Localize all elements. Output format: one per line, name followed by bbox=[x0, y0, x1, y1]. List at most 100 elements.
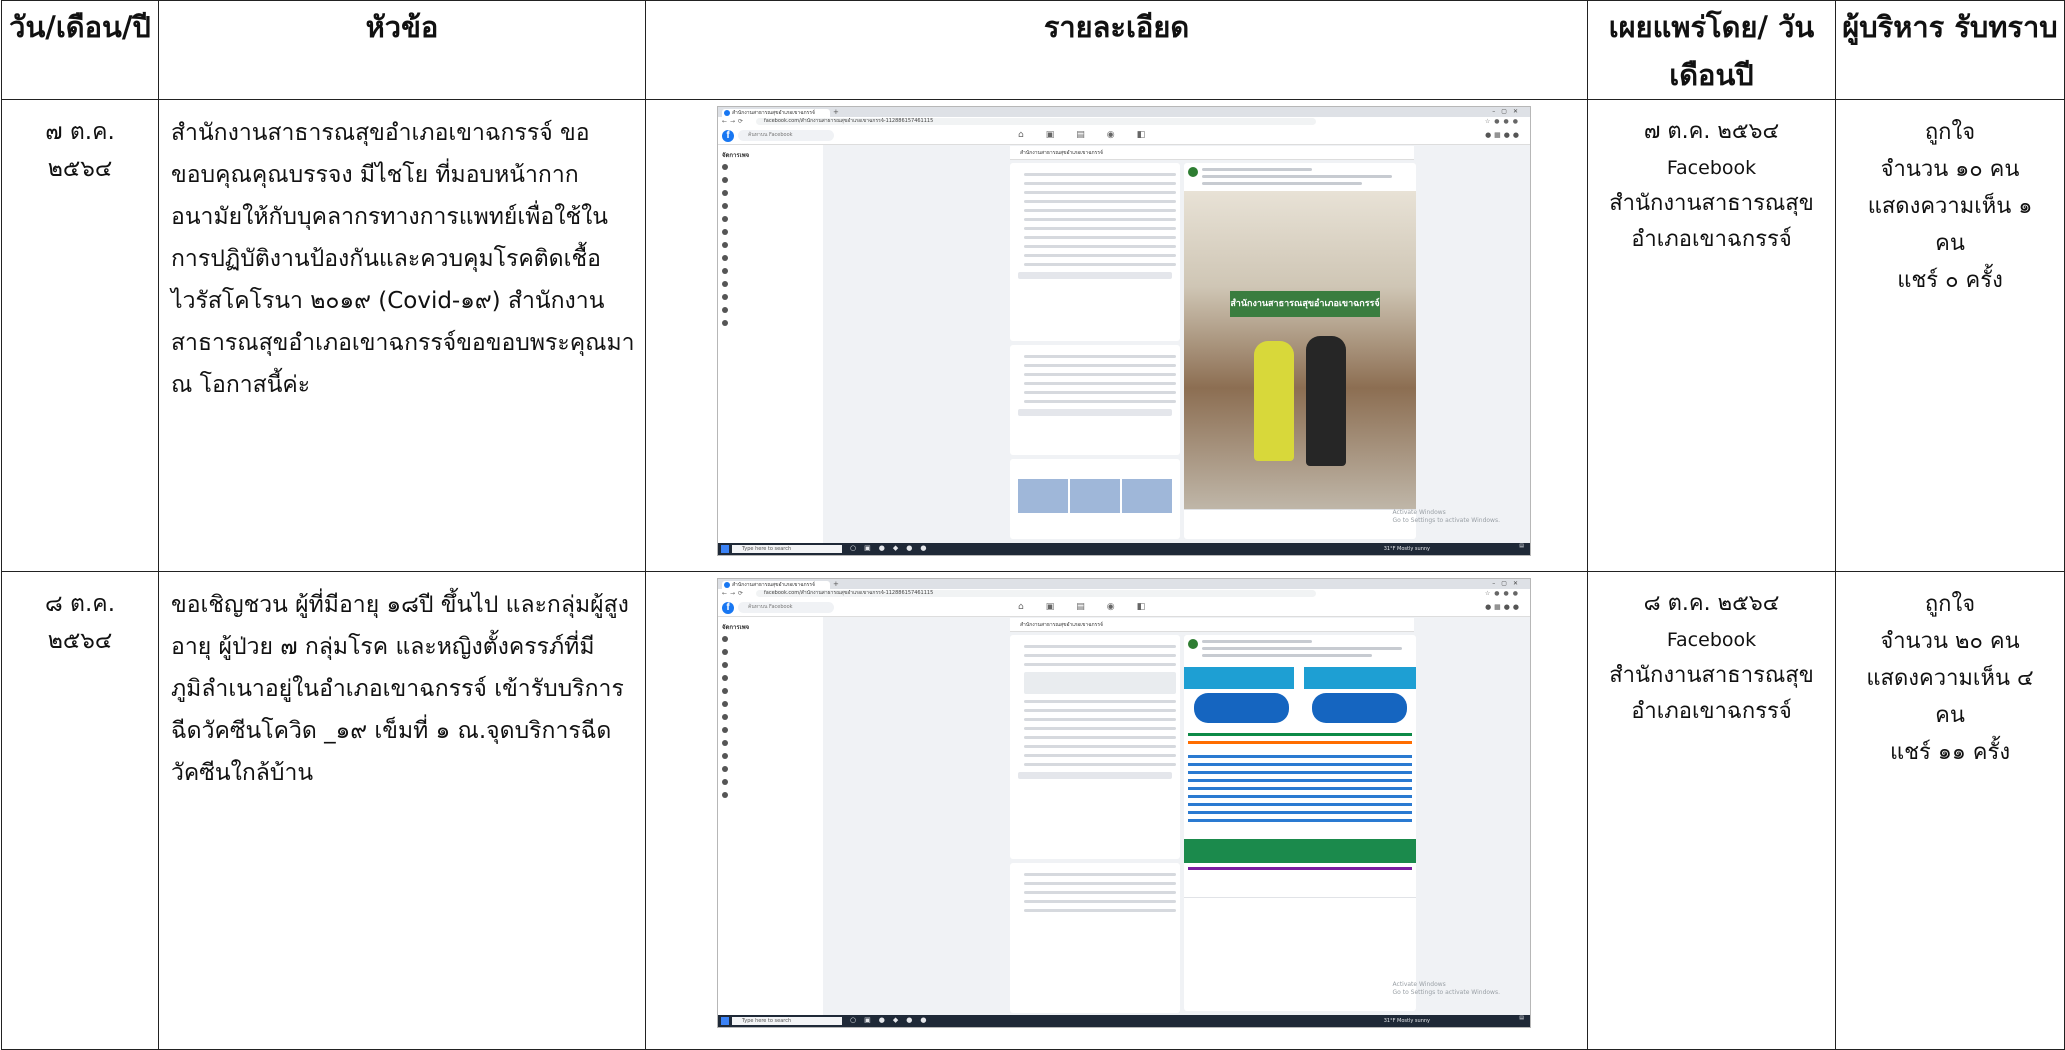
facebook-favicon-icon bbox=[724, 582, 730, 588]
row-topic: สำนักงานสาธารณสุขอำเภอเขาฉกรรจ์ ขอขอบคุณ… bbox=[158, 99, 646, 572]
poster-sign: สำนักงานสาธารณสุขอำเภอเขาฉกรรจ์ bbox=[1230, 291, 1380, 317]
row-published: ๘ ต.ค. ๒๕๖๔ Facebook สำนักงานสาธารณสุข อ… bbox=[1587, 571, 1836, 1050]
facebook-screenshot: สำนักงานสาธารณสุขอำเภอเขาฉกรรจ์ + –▢✕ ←→… bbox=[717, 578, 1531, 1028]
comments-unit: คน bbox=[1935, 703, 1965, 728]
about-card bbox=[1010, 163, 1180, 341]
pub-org-district: อำเภอเขาฉกรรจ์ bbox=[1631, 699, 1792, 724]
facebook-search: ค้นหาบน Facebook bbox=[738, 602, 834, 613]
likes-label: ถูกใจ bbox=[1924, 592, 1976, 617]
taskbar-apps-icon: ○▣●◆●● bbox=[850, 544, 935, 552]
browser-tabstrip: สำนักงานสาธารณสุขอำเภอเขาฉกรรจ์ + –▢✕ bbox=[718, 579, 1530, 589]
windows-start-icon bbox=[721, 545, 729, 553]
post-card bbox=[1184, 635, 1416, 1011]
pub-org-district: อำเภอเขาฉกรรจ์ bbox=[1631, 227, 1792, 252]
pub-org: สำนักงานสาธารณสุข bbox=[1609, 191, 1814, 216]
extensions-icon: ☆●●● bbox=[1484, 118, 1522, 125]
facebook-nav-icon: ⌂▣▤◉◧ bbox=[1018, 130, 1168, 140]
report-table: วัน/เดือน/ปี หัวข้อ รายละเอียด เผยแพร่โด… bbox=[1, 0, 2065, 1050]
row-date: ๗ ต.ค. ๒๕๖๔ bbox=[1, 99, 159, 572]
vaccine-poster bbox=[1184, 663, 1416, 893]
row-acknowledged: ถูกใจ จำนวน ๒๐ คน แสดงความเห็น ๔ คน แชร์… bbox=[1835, 571, 2065, 1050]
likes-count: จำนวน ๒๐ คน bbox=[1880, 629, 2020, 654]
facebook-account-icon: ●▦●● bbox=[1485, 131, 1522, 139]
taskbar-weather: 31°F Mostly sunny bbox=[1383, 546, 1430, 552]
date-year: ๒๕๖๔ bbox=[47, 156, 113, 182]
taskbar-clock-icon: ▤ bbox=[1519, 1015, 1524, 1021]
pub-date: ๗ ต.ค. ๒๕๖๔ bbox=[1643, 119, 1780, 144]
pub-channel: Facebook bbox=[1666, 629, 1757, 651]
table-row: ๘ ต.ค. ๒๕๖๔ ขอเชิญชวน ผู้ที่มีอายุ ๑๘ปี … bbox=[1, 571, 2065, 1050]
comments-count: แสดงความเห็น ๑ bbox=[1867, 194, 2033, 219]
windows-start-icon bbox=[721, 1017, 729, 1025]
taskbar-clock-icon: ▤ bbox=[1519, 543, 1524, 549]
comments-unit: คน bbox=[1935, 231, 1965, 256]
pub-date: ๘ ต.ค. ๒๕๖๔ bbox=[1643, 591, 1780, 616]
post-footer bbox=[1184, 509, 1416, 539]
window-controls-icon: –▢✕ bbox=[1492, 580, 1524, 587]
facebook-logo-icon: f bbox=[722, 130, 734, 142]
facebook-nav-icon: ⌂▣▤◉◧ bbox=[1018, 602, 1168, 612]
post-photo: สำนักงานสาธารณสุขอำเภอเขาฉกรรจ์ bbox=[1184, 191, 1416, 509]
about-card bbox=[1010, 635, 1180, 859]
photos-card bbox=[1010, 459, 1180, 539]
browser-tabstrip: สำนักงานสาธารณสุขอำเภอเขาฉกรรจ์ + –▢✕ bbox=[718, 107, 1530, 117]
tab-title: สำนักงานสาธารณสุขอำเภอเขาฉกรรจ์ bbox=[732, 582, 815, 588]
post-card: สำนักงานสาธารณสุขอำเภอเขาฉกรรจ์ bbox=[1184, 163, 1416, 539]
extensions-icon: ☆●●● bbox=[1484, 590, 1522, 597]
menu-title: จัดการเพจ bbox=[722, 152, 750, 159]
header-detail: รายละเอียด bbox=[645, 0, 1588, 100]
nav-arrows-icon: ←→⟳ bbox=[722, 590, 747, 597]
new-tab-icon: + bbox=[833, 108, 839, 116]
tab-title: สำนักงานสาธารณสุขอำเภอเขาฉกรรจ์ bbox=[732, 110, 815, 116]
new-tab-icon: + bbox=[833, 580, 839, 588]
facebook-favicon-icon bbox=[724, 110, 730, 116]
facebook-search: ค้นหาบน Facebook bbox=[738, 130, 834, 141]
url-field: facebook.com/สำนักงานสาธารณสุขอำเภอเขาฉก… bbox=[756, 590, 1316, 597]
date-year: ๒๕๖๔ bbox=[47, 628, 113, 654]
taskbar-search: Type here to search bbox=[732, 1017, 842, 1025]
page-menu: จัดการเพจ bbox=[718, 617, 823, 1015]
table-row: ๗ ต.ค. ๒๕๖๔ สำนักงานสาธารณสุขอำเภอเขาฉกร… bbox=[1, 99, 2065, 572]
date-day-month: ๗ ต.ค. bbox=[45, 119, 115, 145]
header-topic: หัวข้อ bbox=[158, 0, 646, 100]
taskbar-weather: 31°F Mostly sunny bbox=[1383, 1018, 1430, 1024]
facebook-screenshot: สำนักงานสาธารณสุขอำเภอเขาฉกรรจ์ + –▢✕ ←→… bbox=[717, 106, 1531, 556]
row-acknowledged: ถูกใจ จำนวน ๑๐ คน แสดงความเห็น ๑ คน แชร์… bbox=[1835, 99, 2065, 572]
page-menu: จัดการเพจ bbox=[718, 145, 823, 543]
activate-windows: Activate Windows Go to Settings to activ… bbox=[1392, 981, 1500, 996]
date-day-month: ๘ ต.ค. bbox=[45, 591, 115, 617]
likes-label: ถูกใจ bbox=[1924, 120, 1976, 145]
group-card bbox=[1010, 863, 1180, 1013]
window-controls-icon: –▢✕ bbox=[1492, 108, 1524, 115]
facebook-topbar: f ค้นหาบน Facebook ⌂▣▤◉◧ ●▦●● bbox=[718, 127, 1530, 145]
pub-org: สำนักงานสาธารณสุข bbox=[1609, 663, 1814, 688]
row-date: ๘ ต.ค. ๒๕๖๔ bbox=[1, 571, 159, 1050]
likes-count: จำนวน ๑๐ คน bbox=[1880, 157, 2020, 182]
menu-title: จัดการเพจ bbox=[722, 624, 750, 631]
nav-arrows-icon: ←→⟳ bbox=[722, 118, 747, 125]
header-published: เผยแพร่โดย/ วันเดือนปี bbox=[1587, 0, 1836, 100]
row-detail: สำนักงานสาธารณสุขอำเภอเขาฉกรรจ์ + –▢✕ ←→… bbox=[645, 571, 1588, 1050]
activate-windows: Activate Windows Go to Settings to activ… bbox=[1392, 509, 1500, 524]
row-topic: ขอเชิญชวน ผู้ที่มีอายุ ๑๘ปี ขึ้นไป และกล… bbox=[158, 571, 646, 1050]
post-footer bbox=[1184, 897, 1416, 1011]
row-detail: สำนักงานสาธารณสุขอำเภอเขาฉกรรจ์ + –▢✕ ←→… bbox=[645, 99, 1588, 572]
facebook-account-icon: ●▦●● bbox=[1485, 603, 1522, 611]
page-avatar bbox=[1188, 639, 1198, 649]
taskbar: Type here to search ○▣●◆●● 31°F Mostly s… bbox=[718, 543, 1530, 555]
facebook-logo-icon: f bbox=[722, 602, 734, 614]
shares-count: แชร์ ๐ ครั้ง bbox=[1897, 268, 2003, 293]
page-name-bar: สำนักงานสาธารณสุขอำเภอเขาฉกรรจ์ bbox=[1010, 618, 1414, 632]
browser-tab: สำนักงานสาธารณสุขอำเภอเขาฉกรรจ์ bbox=[722, 109, 830, 117]
row-published: ๗ ต.ค. ๒๕๖๔ Facebook สำนักงานสาธารณสุข อ… bbox=[1587, 99, 1836, 572]
comments-count: แสดงความเห็น ๔ bbox=[1866, 666, 2034, 691]
header-row: วัน/เดือน/ปี หัวข้อ รายละเอียด เผยแพร่โด… bbox=[1, 0, 2065, 100]
browser-tab: สำนักงานสาธารณสุขอำเภอเขาฉกรรจ์ bbox=[722, 581, 830, 589]
facebook-topbar: f ค้นหาบน Facebook ⌂▣▤◉◧ ●▦●● bbox=[718, 599, 1530, 617]
taskbar: Type here to search ○▣●◆●● 31°F Mostly s… bbox=[718, 1015, 1530, 1027]
group-card bbox=[1010, 345, 1180, 455]
page-avatar bbox=[1188, 167, 1198, 177]
header-date: วัน/เดือน/ปี bbox=[1, 0, 159, 100]
taskbar-search: Type here to search bbox=[732, 545, 842, 553]
pub-channel: Facebook bbox=[1666, 157, 1757, 179]
